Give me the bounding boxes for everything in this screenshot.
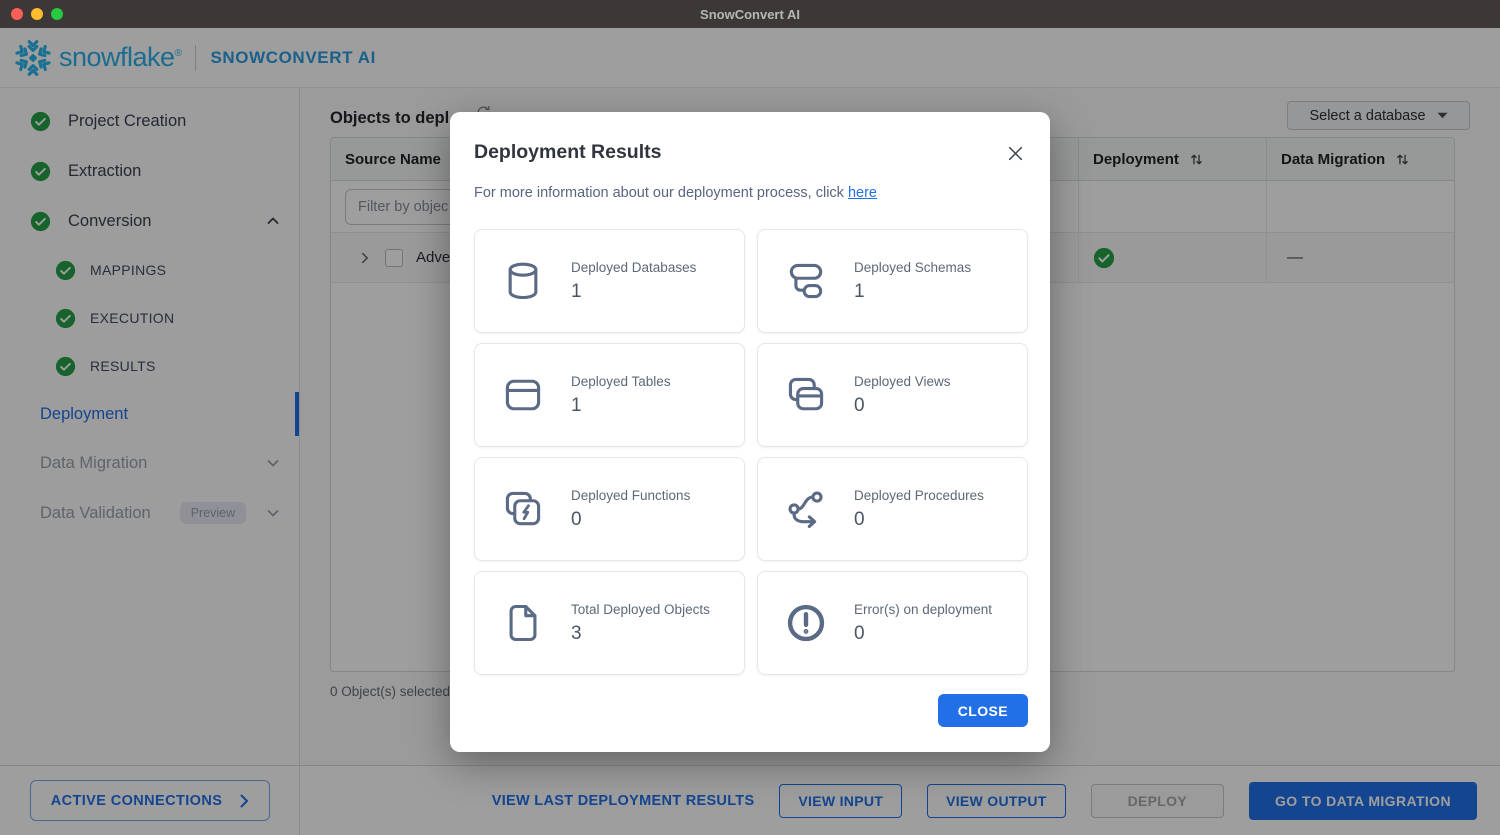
functions-icon: [501, 486, 547, 532]
table-icon: [501, 372, 547, 418]
card-value: 0: [854, 509, 984, 531]
error-icon: [784, 600, 830, 646]
database-icon: [501, 258, 547, 304]
views-icon: [784, 372, 830, 418]
macos-titlebar: SnowConvert AI: [0, 0, 1500, 28]
here-link[interactable]: here: [848, 185, 877, 201]
modal-info-text: For more information about our deploymen…: [474, 183, 1028, 203]
card-label: Deployed Views: [854, 374, 951, 389]
procedures-icon: [784, 486, 830, 532]
maximize-window-icon[interactable]: [51, 8, 63, 20]
file-icon: [501, 600, 547, 646]
modal-title: Deployment Results: [474, 139, 1028, 165]
card-value: 1: [571, 395, 671, 417]
card-label: Deployed Procedures: [854, 488, 984, 503]
card-deployed-views: Deployed Views 0: [757, 343, 1028, 447]
schema-icon: [784, 258, 830, 304]
card-label: Deployed Tables: [571, 374, 671, 389]
card-value: 0: [854, 395, 951, 417]
deployment-results-modal: Deployment Results For more information …: [450, 112, 1050, 752]
window-title: SnowConvert AI: [700, 7, 800, 22]
modal-close-button[interactable]: CLOSE: [938, 694, 1028, 727]
card-deployed-functions: Deployed Functions 0: [474, 457, 745, 561]
card-value: 0: [571, 509, 690, 531]
card-deployed-tables: Deployed Tables 1: [474, 343, 745, 447]
card-errors-on-deployment: Error(s) on deployment 0: [757, 571, 1028, 675]
close-window-icon[interactable]: [11, 8, 23, 20]
card-value: 3: [571, 623, 710, 645]
card-value: 1: [571, 281, 696, 303]
card-deployed-databases: Deployed Databases 1: [474, 229, 745, 333]
results-cards-grid: Deployed Databases 1 Deployed Schemas 1: [474, 229, 1028, 675]
card-label: Deployed Databases: [571, 260, 696, 275]
minimize-window-icon[interactable]: [31, 8, 43, 20]
card-label: Deployed Functions: [571, 488, 690, 503]
card-deployed-schemas: Deployed Schemas 1: [757, 229, 1028, 333]
card-label: Total Deployed Objects: [571, 602, 710, 617]
app-window: SnowConvert AI snowflake®: [0, 0, 1500, 835]
card-total-deployed-objects: Total Deployed Objects 3: [474, 571, 745, 675]
card-label: Error(s) on deployment: [854, 602, 992, 617]
card-label: Deployed Schemas: [854, 260, 971, 275]
card-value: 1: [854, 281, 971, 303]
card-value: 0: [854, 623, 992, 645]
card-deployed-procedures: Deployed Procedures 0: [757, 457, 1028, 561]
close-icon[interactable]: [1004, 142, 1026, 164]
